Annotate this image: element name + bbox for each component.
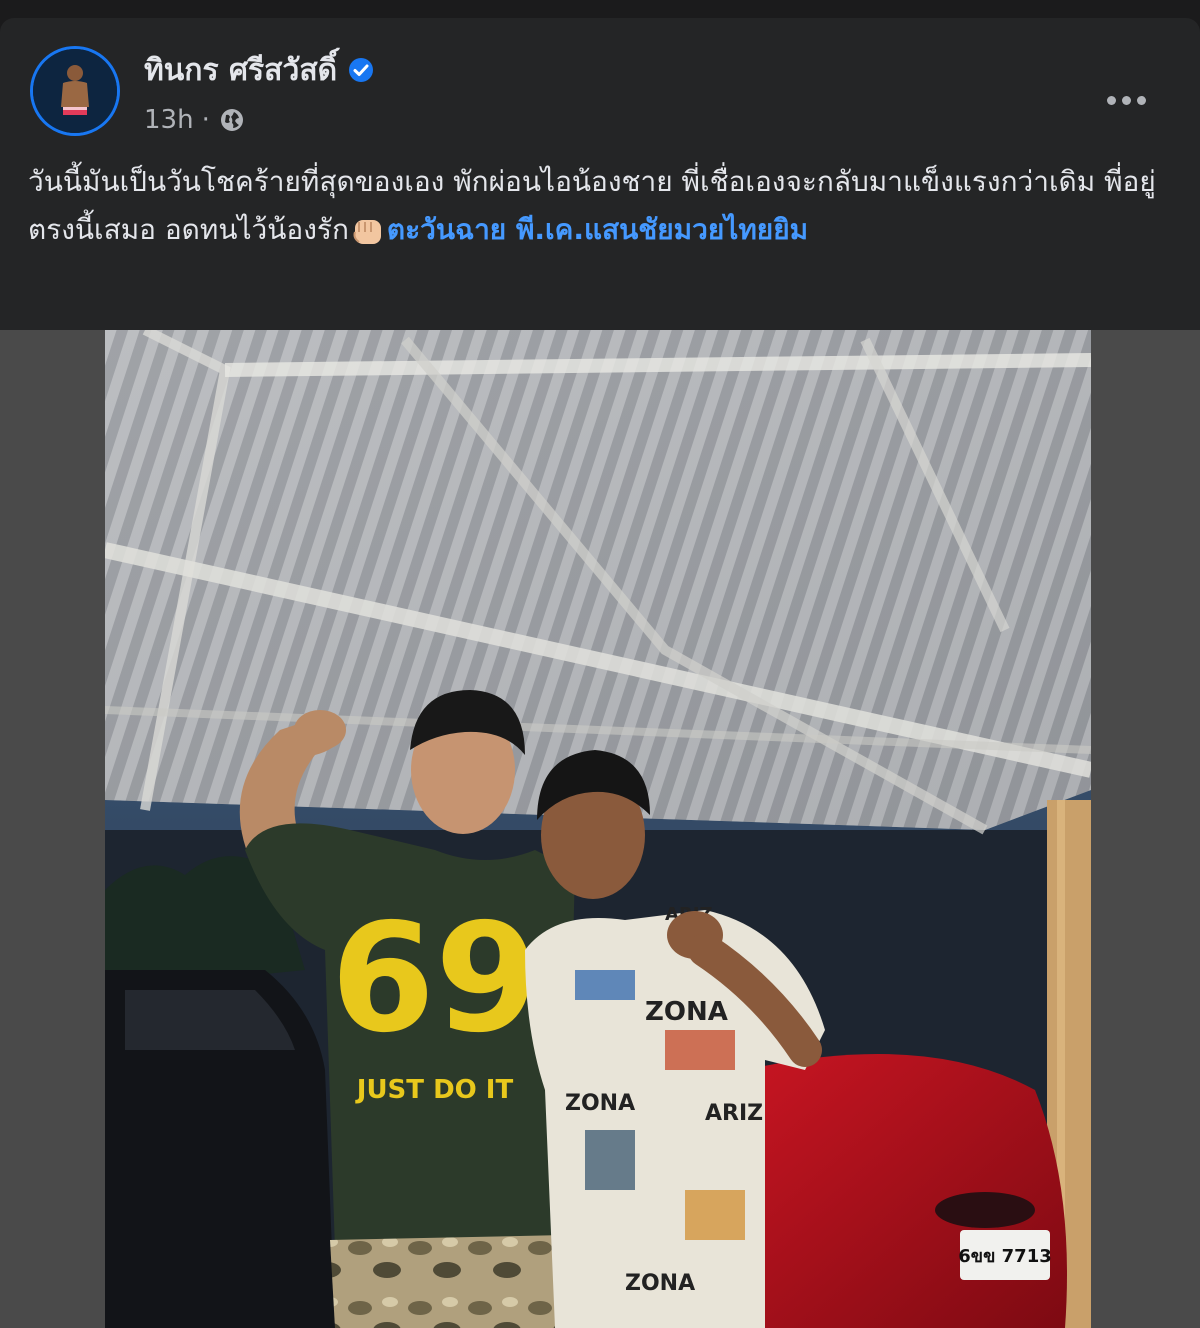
avatar-image	[33, 49, 117, 133]
post-header: ทินกร ศรีสวัสดิ์ 13h ·	[0, 18, 1200, 138]
author-row: ทินกร ศรีสวัสดิ์	[144, 48, 375, 92]
meta-separator: ·	[201, 105, 210, 135]
shirt-print-word-2: ARIZ	[705, 1101, 763, 1126]
author-avatar[interactable]	[30, 46, 120, 136]
post-meta: 13h ·	[144, 100, 246, 140]
post-caption: วันนี้มันเป็นวันโชคร้ายที่สุดของเอง พักผ…	[28, 158, 1178, 254]
post-media: 6ขข 7713 69 JUST DO IT ZONA ARIZ ZONA ZO…	[0, 330, 1200, 1328]
more-options-icon[interactable]	[1096, 80, 1156, 120]
shirt-number-text: 69	[331, 892, 540, 1066]
shirt-slogan-text: JUST DO IT	[355, 1075, 514, 1105]
top-strip	[0, 0, 1200, 20]
author-name[interactable]: ทินกร ศรีสวัสดิ์	[144, 47, 337, 94]
verified-badge-icon	[349, 58, 374, 82]
shirt-print-word-1: ZONA	[645, 997, 728, 1027]
fist-emoji-icon	[353, 220, 381, 244]
photo-scene: 6ขข 7713 69 JUST DO IT ZONA ARIZ ZONA ZO…	[105, 330, 1091, 1328]
license-plate-text: 6ขข 7713	[958, 1246, 1052, 1267]
globe-icon	[220, 109, 243, 131]
shirt-print-word-4: ZONA	[625, 1271, 695, 1296]
post-timestamp[interactable]: 13h	[144, 105, 194, 135]
tag-link[interactable]: ตะวันฉาย พี.เค.แสนชัยมวยไทยยิม	[387, 213, 808, 246]
facebook-post-card: ทินกร ศรีสวัสดิ์ 13h · วันนี้มันเป็นวันโ…	[0, 18, 1200, 1328]
shirt-print-word-3: ZONA	[565, 1091, 635, 1116]
post-photo[interactable]: 6ขข 7713 69 JUST DO IT ZONA ARIZ ZONA ZO…	[105, 330, 1091, 1328]
